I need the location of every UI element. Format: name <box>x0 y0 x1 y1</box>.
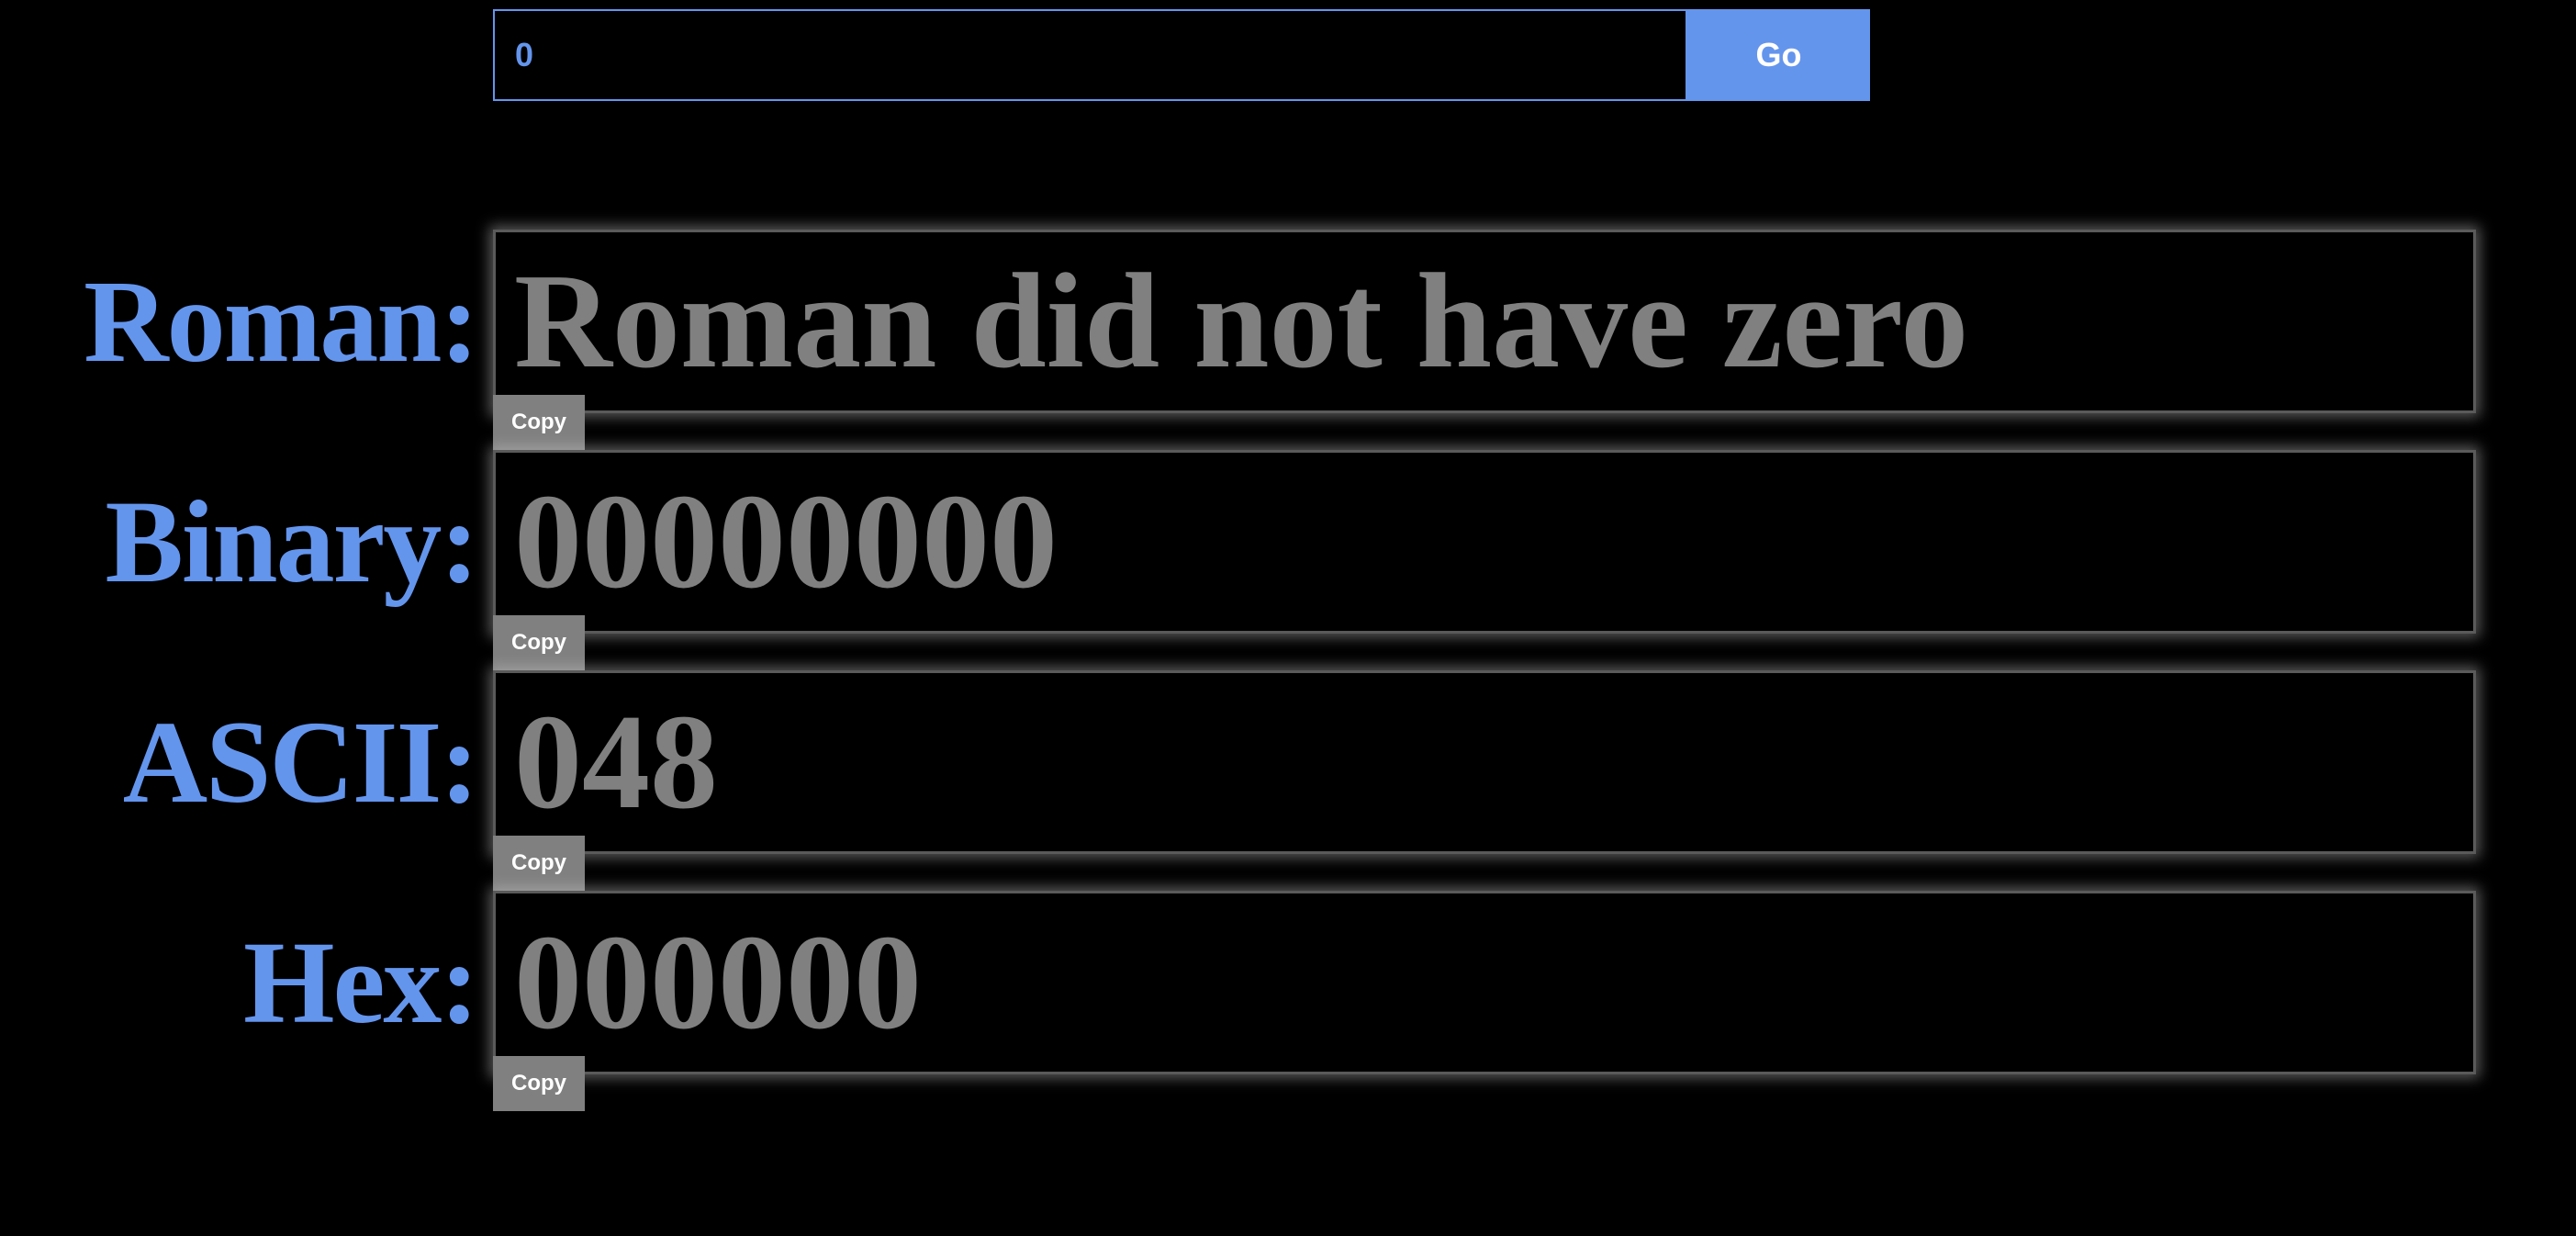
ascii-copy-button[interactable]: Copy <box>493 836 585 891</box>
ascii-output: 048 <box>514 687 718 837</box>
ascii-output-box: 048 <box>493 670 2476 854</box>
hex-label: Hex: <box>243 917 479 1048</box>
hex-copy-button[interactable]: Copy <box>493 1056 585 1111</box>
ascii-label: ASCII: <box>122 697 479 827</box>
roman-label: Roman: <box>84 256 479 387</box>
go-button[interactable]: Go <box>1687 9 1870 101</box>
roman-output-box: Roman did not have zero <box>493 230 2476 413</box>
binary-output-box: 00000000 <box>493 450 2476 634</box>
input-bar: Go <box>493 9 1870 101</box>
roman-copy-button[interactable]: Copy <box>493 395 585 450</box>
binary-label: Binary: <box>105 477 479 607</box>
hex-output-box: 000000 <box>493 891 2476 1074</box>
binary-copy-button[interactable]: Copy <box>493 615 585 670</box>
roman-output: Roman did not have zero <box>514 246 1969 397</box>
hex-row: Hex: 000000 Copy <box>0 891 2576 1111</box>
number-input[interactable] <box>493 9 1687 101</box>
binary-output: 00000000 <box>514 466 1058 617</box>
hex-output: 000000 <box>514 907 922 1058</box>
ascii-row: ASCII: 048 Copy <box>0 670 2576 891</box>
roman-row: Roman: Roman did not have zero Copy <box>0 230 2576 450</box>
binary-row: Binary: 00000000 Copy <box>0 450 2576 670</box>
